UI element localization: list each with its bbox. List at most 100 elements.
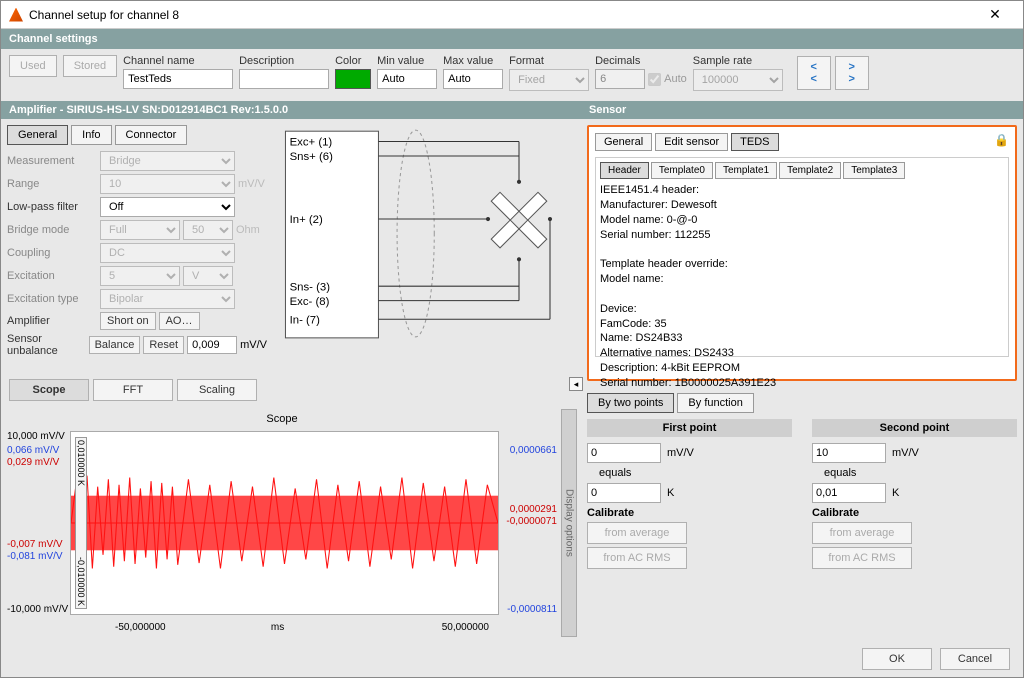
ok-button[interactable]: OK — [862, 648, 932, 670]
tab-by-function[interactable]: By function — [677, 393, 753, 413]
color-swatch[interactable] — [335, 69, 371, 89]
close-icon[interactable]: ✕ — [975, 6, 1015, 23]
ymax-label: 10,000 mV/V — [7, 431, 65, 442]
lpf-select[interactable]: Off — [100, 197, 235, 217]
wiring-diagram: Exc+ (1)Sns+ (6) In+ (2) Sns- (3)Exc- (8… — [277, 125, 575, 373]
collapse-icon[interactable]: ◂ — [569, 377, 583, 391]
svg-text:Exc+ (1): Exc+ (1) — [290, 137, 333, 149]
second-unit2: K — [892, 487, 899, 499]
max-input[interactable] — [443, 69, 503, 89]
subtab-t1[interactable]: Template1 — [715, 162, 777, 179]
y2-label: 0,066 mV/V — [7, 445, 59, 456]
tab-connector[interactable]: Connector — [115, 125, 188, 145]
first-unit2: K — [667, 487, 674, 499]
range-select: 10 — [100, 174, 235, 194]
lpf-label: Low-pass filter — [7, 201, 97, 213]
first-unit: mV/V — [667, 447, 694, 459]
subtab-header[interactable]: Header — [600, 162, 649, 179]
sensor-tab-teds[interactable]: TEDS — [731, 133, 778, 151]
dec-label: Decimals — [595, 55, 687, 67]
tab-general[interactable]: General — [7, 125, 68, 145]
from-average-button[interactable]: from average — [587, 522, 687, 544]
r3-label: -0,0000071 — [506, 516, 557, 527]
subtab-t3[interactable]: Template3 — [843, 162, 905, 179]
coup-label: Coupling — [7, 247, 97, 259]
scope-title: Scope — [5, 413, 559, 425]
min-input[interactable] — [377, 69, 437, 89]
decimals-input — [595, 69, 645, 89]
exc-unit-select: V — [183, 266, 233, 286]
range-unit: mV/V — [238, 178, 265, 190]
tab-fft[interactable]: FFT — [93, 379, 173, 401]
equals-label2: equals — [824, 467, 856, 479]
auto-checkbox[interactable] — [648, 73, 661, 86]
second-point-header: Second point — [812, 419, 1017, 437]
scope-chart: Scope 10,000 mV/V 0,066 mV/V 0,029 mV/V … — [5, 409, 559, 637]
svg-text:Exc- (8): Exc- (8) — [290, 296, 330, 308]
from-acrms-button[interactable]: from AC RMS — [587, 547, 687, 569]
svg-text:In- (7): In- (7) — [290, 314, 321, 326]
exc-select: 5 — [100, 266, 180, 286]
tab-scope[interactable]: Scope — [9, 379, 89, 401]
channel-settings-header: Channel settings — [1, 29, 1023, 49]
unbalance-input[interactable] — [187, 336, 237, 354]
teds-content: IEEE1451.4 header: Manufacturer: Dewesof… — [600, 183, 1004, 391]
exct-label: Excitation type — [7, 293, 97, 305]
ao-button[interactable]: AO… — [159, 312, 200, 330]
second-value-input[interactable] — [812, 443, 886, 463]
balance-button[interactable]: Balance — [89, 336, 141, 354]
calibrate-label: Calibrate — [587, 507, 634, 519]
display-options-sidebar[interactable]: Display options — [561, 409, 577, 637]
tab-scaling[interactable]: Scaling — [177, 379, 257, 401]
first-point-header: First point — [587, 419, 792, 437]
fmt-label: Format — [509, 55, 589, 67]
r2-label: 0,0000291 — [510, 504, 557, 515]
chname-label: Channel name — [123, 55, 233, 67]
exc-label: Excitation — [7, 270, 97, 282]
xmax-label: 50,000000 — [442, 622, 489, 633]
tab-info[interactable]: Info — [71, 125, 111, 145]
r1-label: 0,0000661 — [510, 445, 557, 456]
format-select[interactable]: Fixed — [509, 69, 589, 91]
tab-by-two-points[interactable]: By two points — [587, 393, 674, 413]
y5-label: -0,081 mV/V — [7, 551, 63, 562]
equals-label: equals — [599, 467, 631, 479]
sensor-tab-edit[interactable]: Edit sensor — [655, 133, 728, 151]
color-label: Color — [335, 55, 371, 67]
description-input[interactable] — [239, 69, 329, 89]
second-value2-input[interactable] — [812, 483, 886, 503]
prev-channel-button[interactable]: < < — [797, 56, 831, 90]
cancel-button[interactable]: Cancel — [940, 648, 1010, 670]
first-value2-input[interactable] — [587, 483, 661, 503]
y3-label: 0,029 mV/V — [7, 457, 59, 468]
bmode-label: Bridge mode — [7, 224, 97, 236]
range-label: Range — [7, 178, 97, 190]
from-acrms-button2[interactable]: from AC RMS — [812, 547, 912, 569]
exct-select: Bipolar — [100, 289, 235, 309]
first-value-input[interactable] — [587, 443, 661, 463]
next-channel-button[interactable]: > > — [835, 56, 869, 90]
subtab-t0[interactable]: Template0 — [651, 162, 713, 179]
window-title: Channel setup for channel 8 — [29, 8, 975, 22]
stored-button[interactable]: Stored — [63, 55, 117, 77]
svg-text:In+ (2): In+ (2) — [290, 214, 323, 226]
desc-label: Description — [239, 55, 329, 67]
calibrate-label2: Calibrate — [812, 507, 859, 519]
from-average-button2[interactable]: from average — [812, 522, 912, 544]
meas-select: Bridge — [100, 151, 235, 171]
used-button[interactable]: Used — [9, 55, 57, 77]
short-button[interactable]: Short on — [100, 312, 156, 330]
second-unit: mV/V — [892, 447, 919, 459]
subtab-t2[interactable]: Template2 — [779, 162, 841, 179]
rate-select[interactable]: 100000 — [693, 69, 783, 91]
svg-text:Sns+ (6): Sns+ (6) — [290, 151, 333, 163]
reset-button[interactable]: Reset — [143, 336, 184, 354]
rate-label: Sample rate — [693, 55, 783, 67]
sensor-header: Sensor — [581, 101, 1023, 119]
channel-name-input[interactable] — [123, 69, 233, 89]
sensor-tab-general[interactable]: General — [595, 133, 652, 151]
unbal-unit: mV/V — [240, 339, 267, 351]
lock-icon[interactable]: 🔒 — [994, 133, 1009, 147]
ampli-label: Amplifier — [7, 315, 97, 327]
auto-label: Auto — [664, 73, 687, 85]
